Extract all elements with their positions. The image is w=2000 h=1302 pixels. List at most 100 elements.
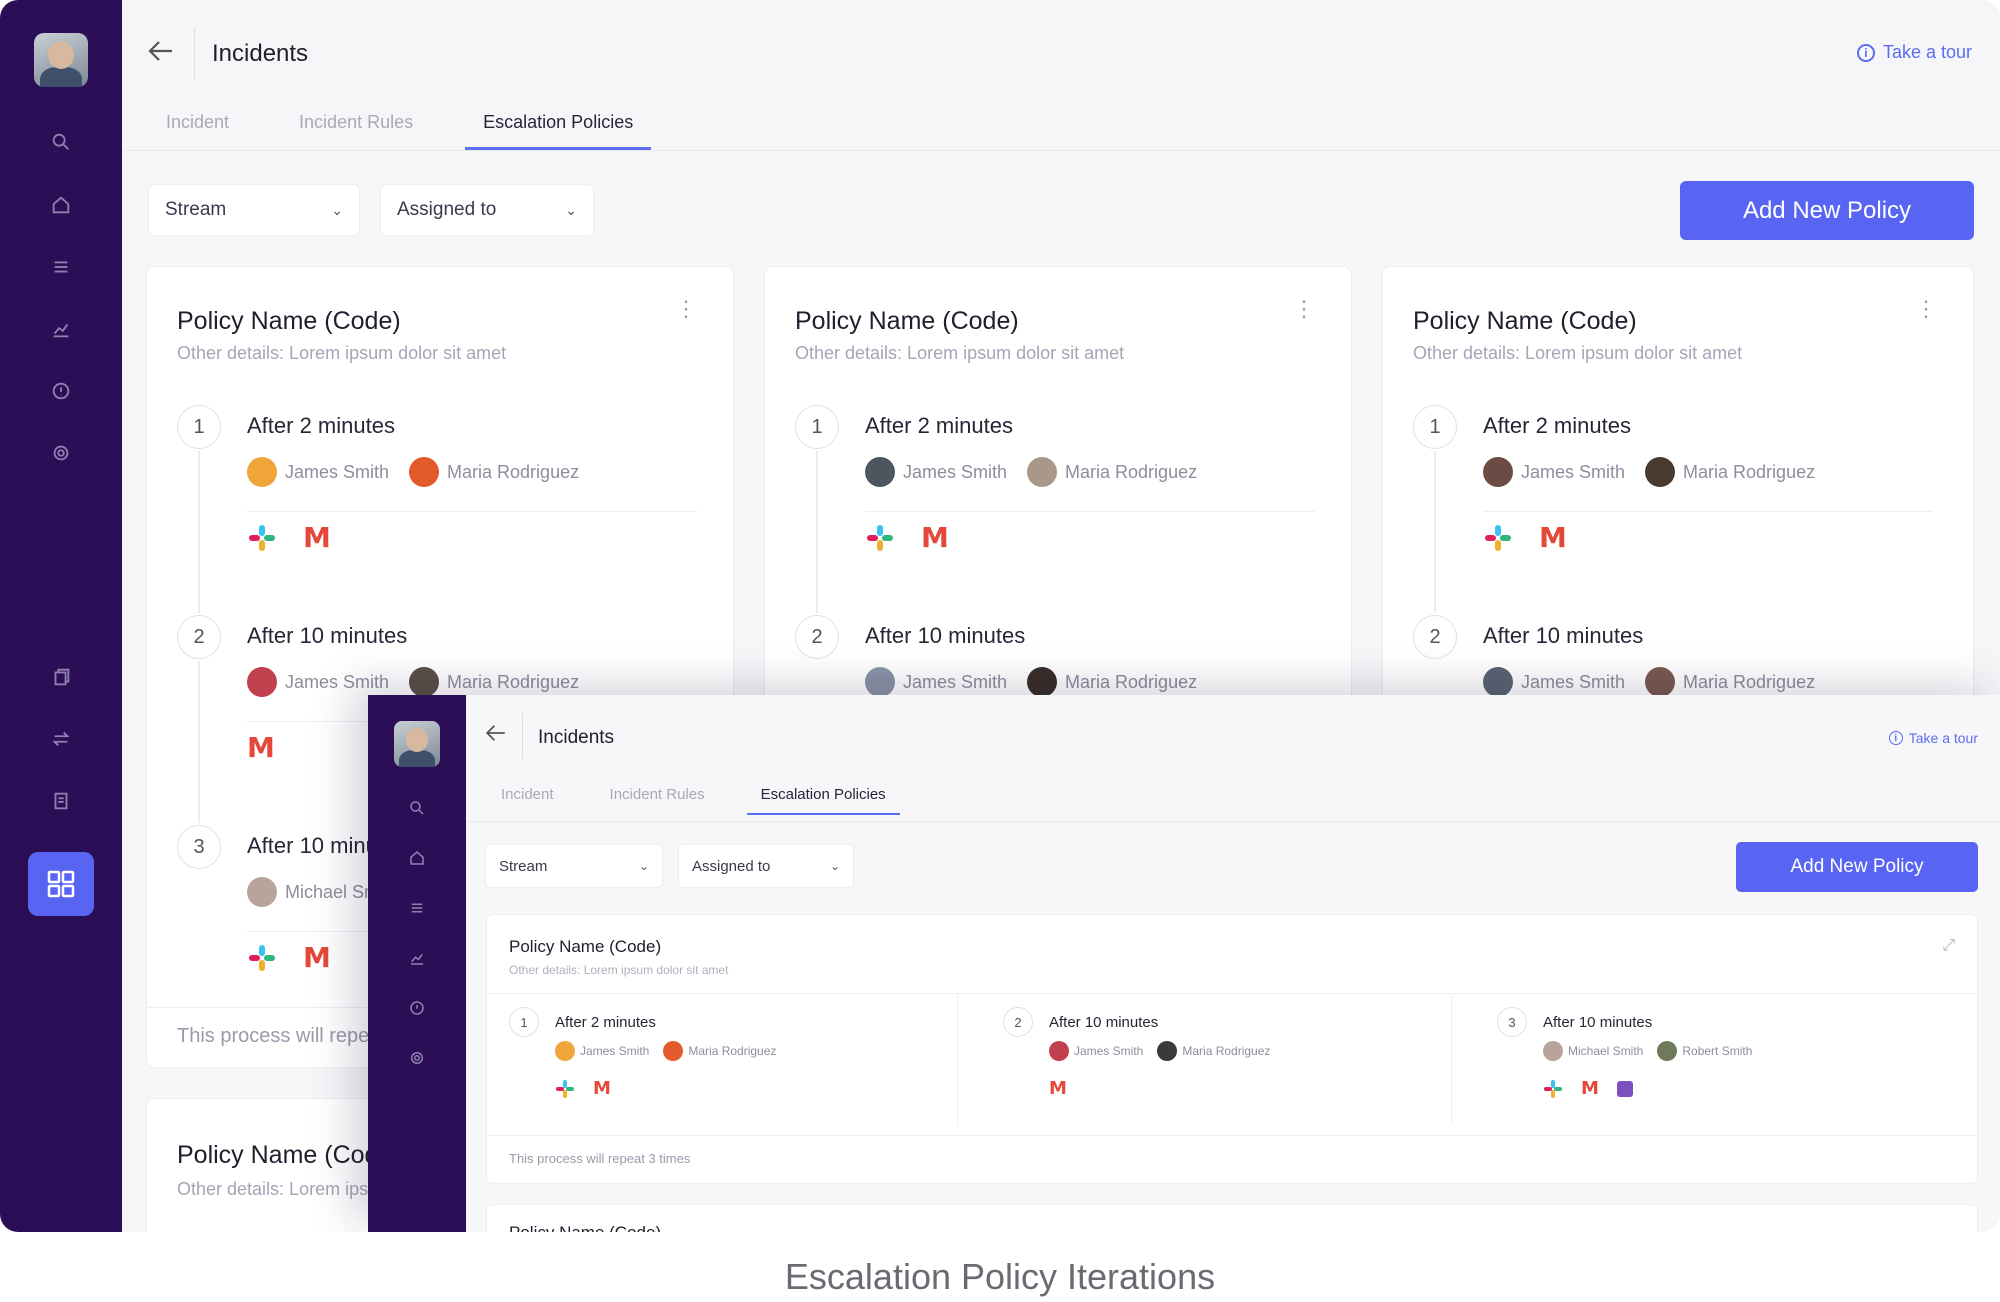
policy-card[interactable]: Policy Name (Code) Other details: Lorem … [486,914,1978,1184]
assignee[interactable]: James Smith [1483,457,1625,487]
step-number: 1 [509,1007,539,1037]
back-arrow-icon[interactable] [146,36,178,76]
expand-icon[interactable]: ⤢ [1942,937,1955,955]
swap-icon[interactable] [44,722,78,756]
assignee-name: Maria Rodriguez [688,1044,777,1058]
gear-icon[interactable] [44,436,78,470]
search-icon[interactable] [44,125,78,159]
gmail-icon: M [921,521,949,554]
stream-label: Stream [499,857,548,875]
info-icon: i [1888,731,1903,745]
tab-escalation-policies[interactable]: Escalation Policies [746,786,900,815]
sidebar [368,695,466,1232]
assigned-label: Assigned to [397,199,497,220]
assignee[interactable]: James Smith [1049,1041,1143,1061]
tab-incident-rules[interactable]: Incident Rules [610,786,705,815]
take-tour-link[interactable]: i Take a tour [1888,730,1978,746]
assignee[interactable]: Maria Rodriguez [1157,1041,1270,1061]
assigned-to-dropdown[interactable]: Assigned to ⌄ [678,844,854,888]
step-number: 1 [1413,405,1457,449]
assignee[interactable]: Maria Rodriguez [1645,667,1815,697]
assignee[interactable]: James Smith [247,667,389,697]
chart-icon[interactable] [404,945,430,971]
assignee[interactable]: Maria Rodriguez [409,667,579,697]
home-icon[interactable] [404,845,430,871]
search-icon[interactable] [404,795,430,821]
home-icon[interactable] [44,188,78,222]
policy-subtitle: Other details: Lorem ipsum dolor sit ame… [509,963,729,977]
assignee[interactable]: Robert Smith [1657,1041,1752,1061]
escalation-step: 1 After 2 minutes James Smith Maria Rodr… [509,1007,1009,1119]
list-icon[interactable] [404,895,430,921]
policy-title: Policy Name (Code) [1413,307,1637,335]
step-number: 2 [1003,1007,1033,1037]
assignee-name: James Smith [903,461,1008,482]
tab-incident-rules[interactable]: Incident Rules [299,112,413,150]
assignee[interactable]: Michael Smith [1543,1041,1643,1061]
step-label: After 10 minutes [865,623,1026,648]
channels: M [865,523,949,553]
gmail-icon: M [1049,1078,1067,1099]
assignee-name: Maria Rodriguez [1065,461,1198,482]
avatar[interactable] [34,33,88,87]
assignee[interactable]: James Smith [247,457,389,487]
slack-icon [555,1079,575,1099]
assignee[interactable]: Maria Rodriguez [1027,667,1197,697]
assignee[interactable]: James Smith [865,457,1007,487]
add-new-policy-button[interactable]: Add New Policy [1736,842,1978,892]
assignee[interactable]: Maria Rodriguez [1645,457,1815,487]
step-number: 1 [795,405,839,449]
info-icon[interactable] [44,374,78,408]
kebab-icon[interactable]: ⋮ [675,298,697,320]
take-tour-link[interactable]: i Take a tour [1856,42,1972,63]
assignee[interactable]: Maria Rodriguez [1027,457,1197,487]
step-label: After 10 minutes [1049,1014,1159,1031]
list-icon[interactable] [44,250,78,284]
gmail-icon: M [303,521,331,554]
gear-icon[interactable] [404,1045,430,1071]
kebab-icon[interactable]: ⋮ [1915,298,1937,320]
document-icon[interactable] [44,784,78,818]
gmail-icon: M [1581,1078,1599,1099]
info-icon[interactable] [404,995,430,1021]
tab-bar: Incident Incident Rules Escalation Polic… [501,786,956,815]
avatar[interactable] [394,721,440,767]
grid-icon[interactable] [28,852,94,916]
avatar [865,667,895,697]
assignee[interactable]: James Smith [865,667,1007,697]
channels: M [247,523,331,553]
avatar [247,457,277,487]
channels: M [247,943,331,973]
assignee-name: Maria Rodriguez [447,671,580,692]
divider [194,28,195,80]
assignees: James Smith Maria Rodriguez [865,667,1197,697]
assigned-to-dropdown[interactable]: Assigned to ⌄ [380,184,594,236]
chart-icon[interactable] [44,312,78,346]
assignee-name: James Smith [903,671,1008,692]
channels: M [247,733,275,763]
stream-dropdown[interactable]: Stream ⌄ [148,184,360,236]
step-label: After 2 minutes [247,413,395,438]
assignee[interactable]: James Smith [555,1041,649,1061]
copy-icon[interactable] [44,660,78,694]
stream-dropdown[interactable]: Stream ⌄ [485,844,663,888]
divider [522,713,523,759]
policy-card[interactable]: Policy Name (Code) [486,1204,1978,1232]
assignee[interactable]: Maria Rodriguez [663,1041,776,1061]
tab-incident[interactable]: Incident [166,112,229,150]
policy-title: Policy Name (Code) [795,307,1019,335]
assigned-label: Assigned to [692,857,771,875]
assignee[interactable]: Maria Rodriguez [409,457,579,487]
tab-incident[interactable]: Incident [501,786,554,815]
tab-escalation-policies[interactable]: Escalation Policies [465,112,652,150]
divider [487,993,1977,994]
step-connector [198,661,200,823]
step-label: After 2 minutes [1483,413,1631,438]
divider [247,511,697,512]
kebab-icon[interactable]: ⋮ [1293,298,1315,320]
assignee-name: James Smith [1521,671,1626,692]
channels: M [1543,1079,1633,1099]
step-number: 2 [177,615,221,659]
add-new-policy-button[interactable]: Add New Policy [1680,181,1974,240]
assignee[interactable]: James Smith [1483,667,1625,697]
